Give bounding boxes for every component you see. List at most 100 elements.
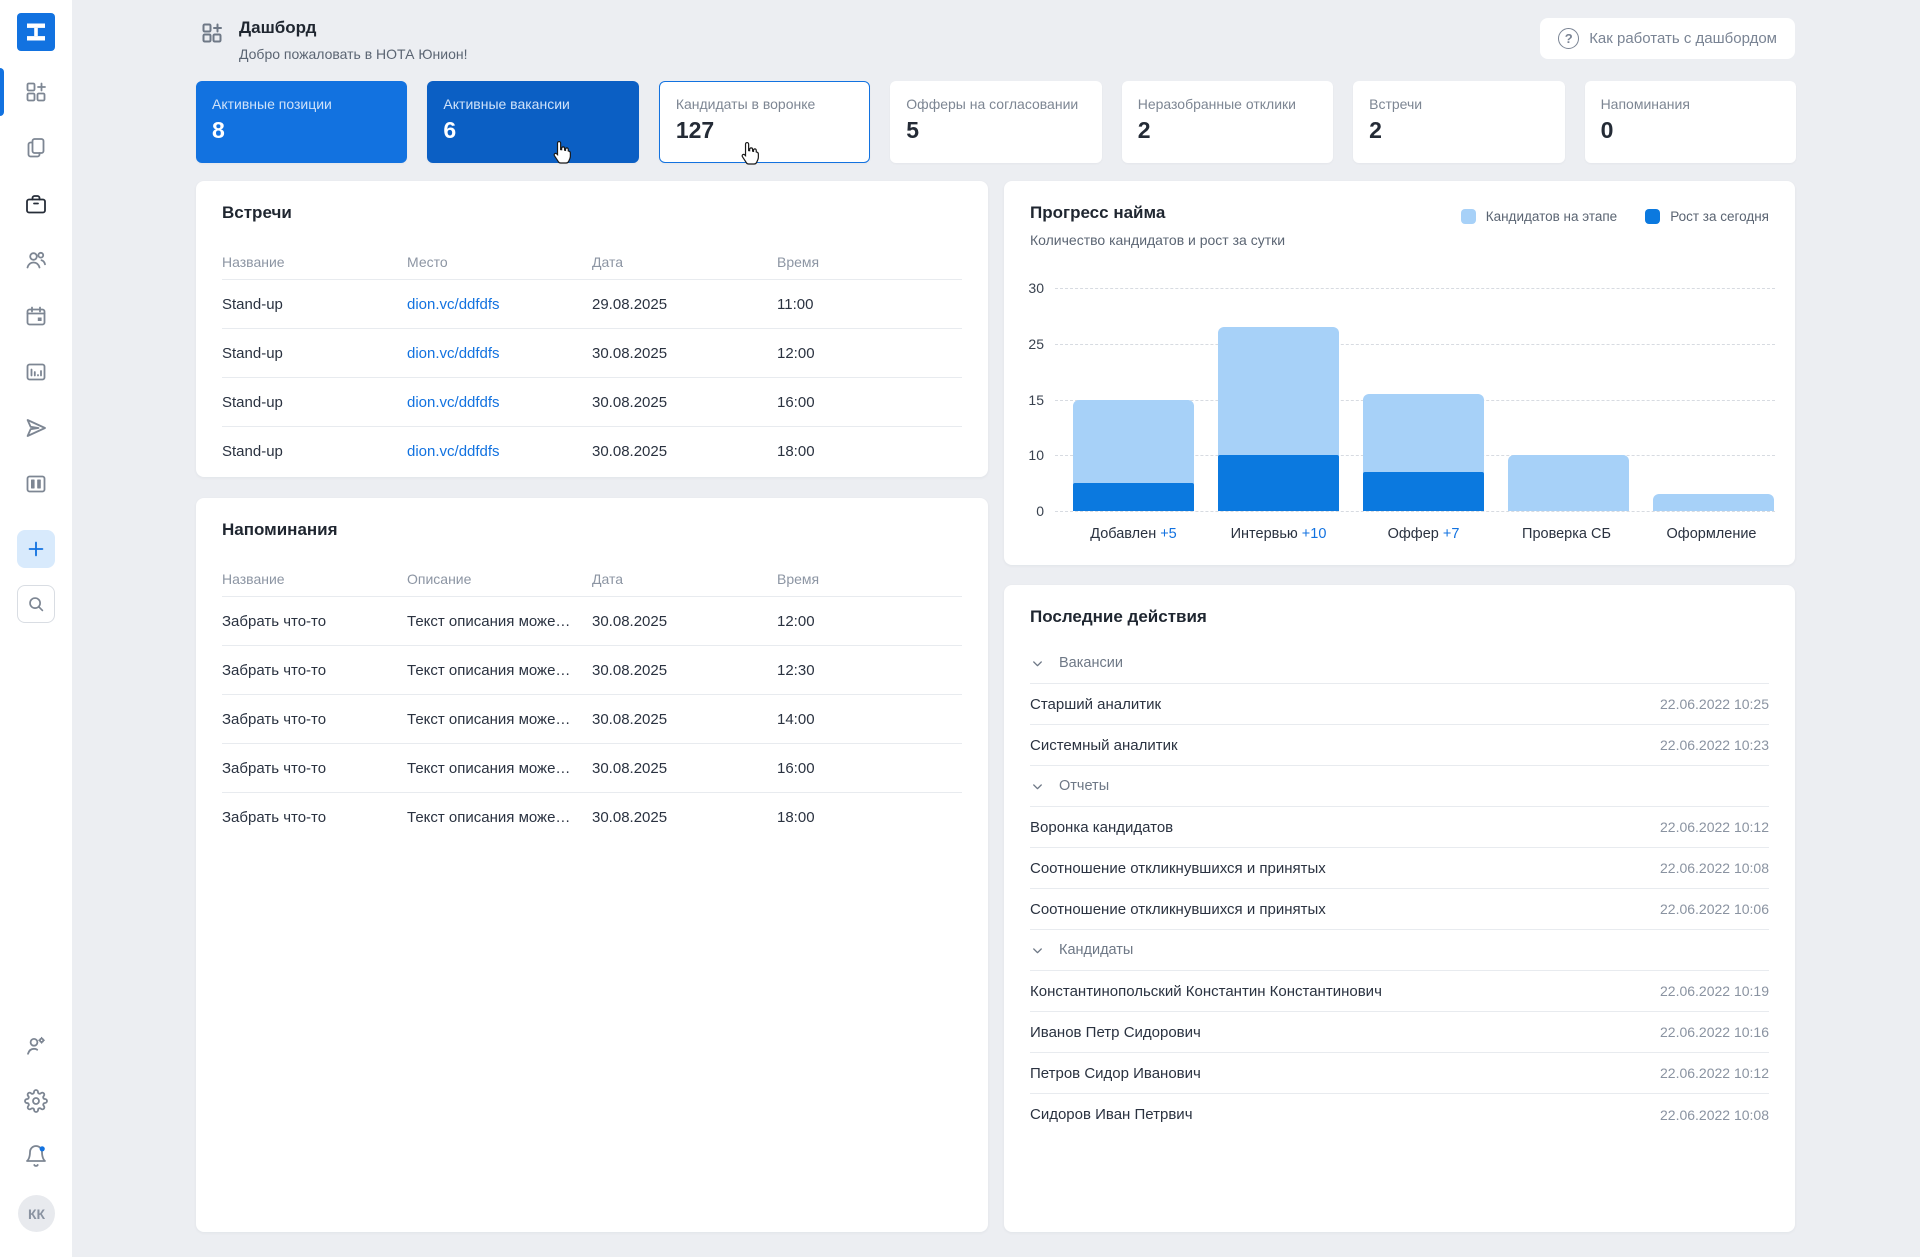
sidebar-item-settings[interactable] — [0, 1081, 72, 1121]
bar-growth — [1363, 472, 1484, 511]
stat-card-label: Активные позиции — [212, 96, 391, 112]
action-row[interactable]: Соотношение откликнувшихся и принятых 22… — [1030, 848, 1769, 889]
meeting-place-link[interactable]: dion.vc/ddfdfs — [407, 394, 500, 411]
meetings-title: Встречи — [222, 203, 962, 223]
y-axis-tick: 15 — [1004, 392, 1044, 408]
page-header: Дашборд Добро пожаловать в НОТА Юнион! — [200, 18, 467, 62]
actions-section-header[interactable]: Отчеты — [1030, 766, 1769, 807]
meeting-name: Stand-up — [222, 345, 407, 362]
add-button[interactable] — [17, 530, 55, 568]
sidebar-item-reports[interactable] — [0, 352, 72, 392]
meeting-place-link[interactable]: dion.vc/ddfdfs — [407, 443, 500, 460]
help-button[interactable]: Как работать с дашбордом — [1540, 18, 1795, 59]
nota-logo[interactable] — [17, 13, 55, 51]
reminder-row: Забрать что-то Текст описания може… 30.0… — [222, 744, 962, 793]
reminder-time: 12:00 — [777, 613, 962, 630]
stat-card[interactable]: Активные вакансии 6 — [427, 81, 638, 163]
stat-card-value: 2 — [1369, 117, 1548, 144]
stat-card[interactable]: Напоминания 0 — [1585, 81, 1796, 163]
reminder-name: Забрать что-то — [222, 760, 407, 777]
column-header: Время — [777, 571, 962, 587]
bell-dot-icon — [24, 1144, 48, 1168]
stat-card[interactable]: Офферы на согласовании 5 — [890, 81, 1101, 163]
x-axis-label: Оффер+7 — [1363, 526, 1484, 542]
meeting-name: Stand-up — [222, 443, 407, 460]
meetings-panel: Встречи Название Место Дата Время Stand-… — [196, 181, 988, 477]
legend-swatch — [1461, 209, 1476, 224]
reminder-name: Забрать что-то — [222, 711, 407, 728]
actions-section-header[interactable]: Кандидаты — [1030, 930, 1769, 971]
column-header: Название — [222, 254, 407, 270]
meetings-table: Название Место Дата Время Stand-up dion.… — [222, 244, 962, 476]
stat-card[interactable]: Встречи 2 — [1353, 81, 1564, 163]
sidebar-item-candidates[interactable] — [0, 240, 72, 280]
bar-group-2[interactable] — [1218, 288, 1339, 511]
stat-card[interactable]: Кандидаты в воронке 127 — [659, 81, 870, 163]
meeting-row: Stand-up dion.vc/ddfdfs 29.08.2025 11:00 — [222, 280, 962, 329]
avatar[interactable]: КК — [18, 1195, 55, 1232]
reminders-table: Название Описание Дата Время Забрать что… — [222, 561, 962, 842]
people-icon — [24, 248, 48, 272]
bar-group-3[interactable] — [1363, 288, 1484, 511]
stat-card-label: Кандидаты в воронке — [676, 96, 853, 112]
column-header: Дата — [592, 571, 777, 587]
x-axis-label: Интервью+10 — [1218, 526, 1339, 542]
sidebar-item-mailing[interactable] — [0, 408, 72, 448]
sidebar-item-calendar[interactable] — [0, 296, 72, 336]
x-axis-label: Проверка СБ — [1508, 526, 1629, 542]
meeting-row: Stand-up dion.vc/ddfdfs 30.08.2025 18:00 — [222, 427, 962, 476]
bar-group-4[interactable] — [1508, 288, 1629, 511]
action-name: Соотношение откликнувшихся и принятых — [1030, 901, 1326, 918]
action-datetime: 22.06.2022 10:06 — [1660, 901, 1769, 917]
actions-section-label: Вакансии — [1059, 655, 1123, 671]
meeting-place-link[interactable]: dion.vc/ddfdfs — [407, 345, 500, 362]
action-row[interactable]: Воронка кандидатов 22.06.2022 10:12 — [1030, 807, 1769, 848]
bar-group-1[interactable] — [1073, 288, 1194, 511]
page-subtitle: Добро пожаловать в НОТА Юнион! — [239, 46, 467, 62]
meeting-name: Stand-up — [222, 394, 407, 411]
sidebar-item-documents[interactable] — [0, 128, 72, 168]
meeting-time: 11:00 — [777, 296, 962, 313]
sidebar-item-vacancies[interactable] — [0, 184, 72, 224]
sidebar-item-user-settings[interactable] — [0, 1026, 72, 1066]
action-row[interactable]: Сидоров Иван Петрвич 22.06.2022 10:08 — [1030, 1094, 1769, 1135]
search-button[interactable] — [17, 585, 55, 623]
legend-label: Кандидатов на этапе — [1486, 209, 1617, 224]
stat-card-label: Активные вакансии — [443, 96, 622, 112]
bar-chart: 0 10 15 25 30 — [1055, 288, 1775, 511]
action-row[interactable]: Петров Сидор Иванович 22.06.2022 10:12 — [1030, 1053, 1769, 1094]
stat-card-value: 127 — [676, 117, 853, 144]
action-name: Константинопольский Константин Константи… — [1030, 983, 1382, 1000]
legend-label: Рост за сегодня — [1670, 209, 1769, 224]
meeting-place-link[interactable]: dion.vc/ddfdfs — [407, 296, 500, 313]
chart-x-axis: Добавлен+5 Интервью+10 Оффер+7 Проверка … — [1073, 526, 1775, 542]
meeting-time: 16:00 — [777, 394, 962, 411]
reminder-description: Текст описания може… — [407, 760, 592, 777]
question-icon — [1558, 28, 1579, 49]
reminder-date: 30.08.2025 — [592, 662, 777, 679]
active-indicator — [0, 68, 4, 116]
y-axis-tick: 25 — [1004, 336, 1044, 352]
actions-section-header[interactable]: Вакансии — [1030, 643, 1769, 684]
action-row[interactable]: Системный аналитик 22.06.2022 10:23 — [1030, 725, 1769, 766]
sidebar-item-kanban[interactable] — [0, 464, 72, 504]
action-row[interactable]: Соотношение откликнувшихся и принятых 22… — [1030, 889, 1769, 930]
action-row[interactable]: Иванов Петр Сидорович 22.06.2022 10:16 — [1030, 1012, 1769, 1053]
legend-item: Рост за сегодня — [1645, 209, 1769, 224]
sidebar-item-dashboard[interactable] — [0, 72, 72, 112]
stat-card[interactable]: Активные позиции 8 — [196, 81, 407, 163]
meeting-name: Stand-up — [222, 296, 407, 313]
dashboard-icon — [200, 21, 224, 62]
bar-group-5[interactable] — [1653, 288, 1774, 511]
action-datetime: 22.06.2022 10:08 — [1660, 1107, 1769, 1123]
sidebar-item-notifications[interactable] — [0, 1136, 72, 1176]
stat-card[interactable]: Неразобранные отклики 2 — [1122, 81, 1333, 163]
stat-card-label: Напоминания — [1601, 96, 1780, 112]
action-row[interactable]: Константинопольский Константин Константи… — [1030, 971, 1769, 1012]
action-row[interactable]: Старший аналитик 22.06.2022 10:25 — [1030, 684, 1769, 725]
actions-section-label: Отчеты — [1059, 778, 1109, 794]
stat-card-label: Неразобранные отклики — [1138, 96, 1317, 112]
column-header: Время — [777, 254, 962, 270]
hiring-progress-panel: Прогресс найма Количество кандидатов и р… — [1004, 181, 1795, 565]
reminder-description: Текст описания може… — [407, 613, 592, 630]
